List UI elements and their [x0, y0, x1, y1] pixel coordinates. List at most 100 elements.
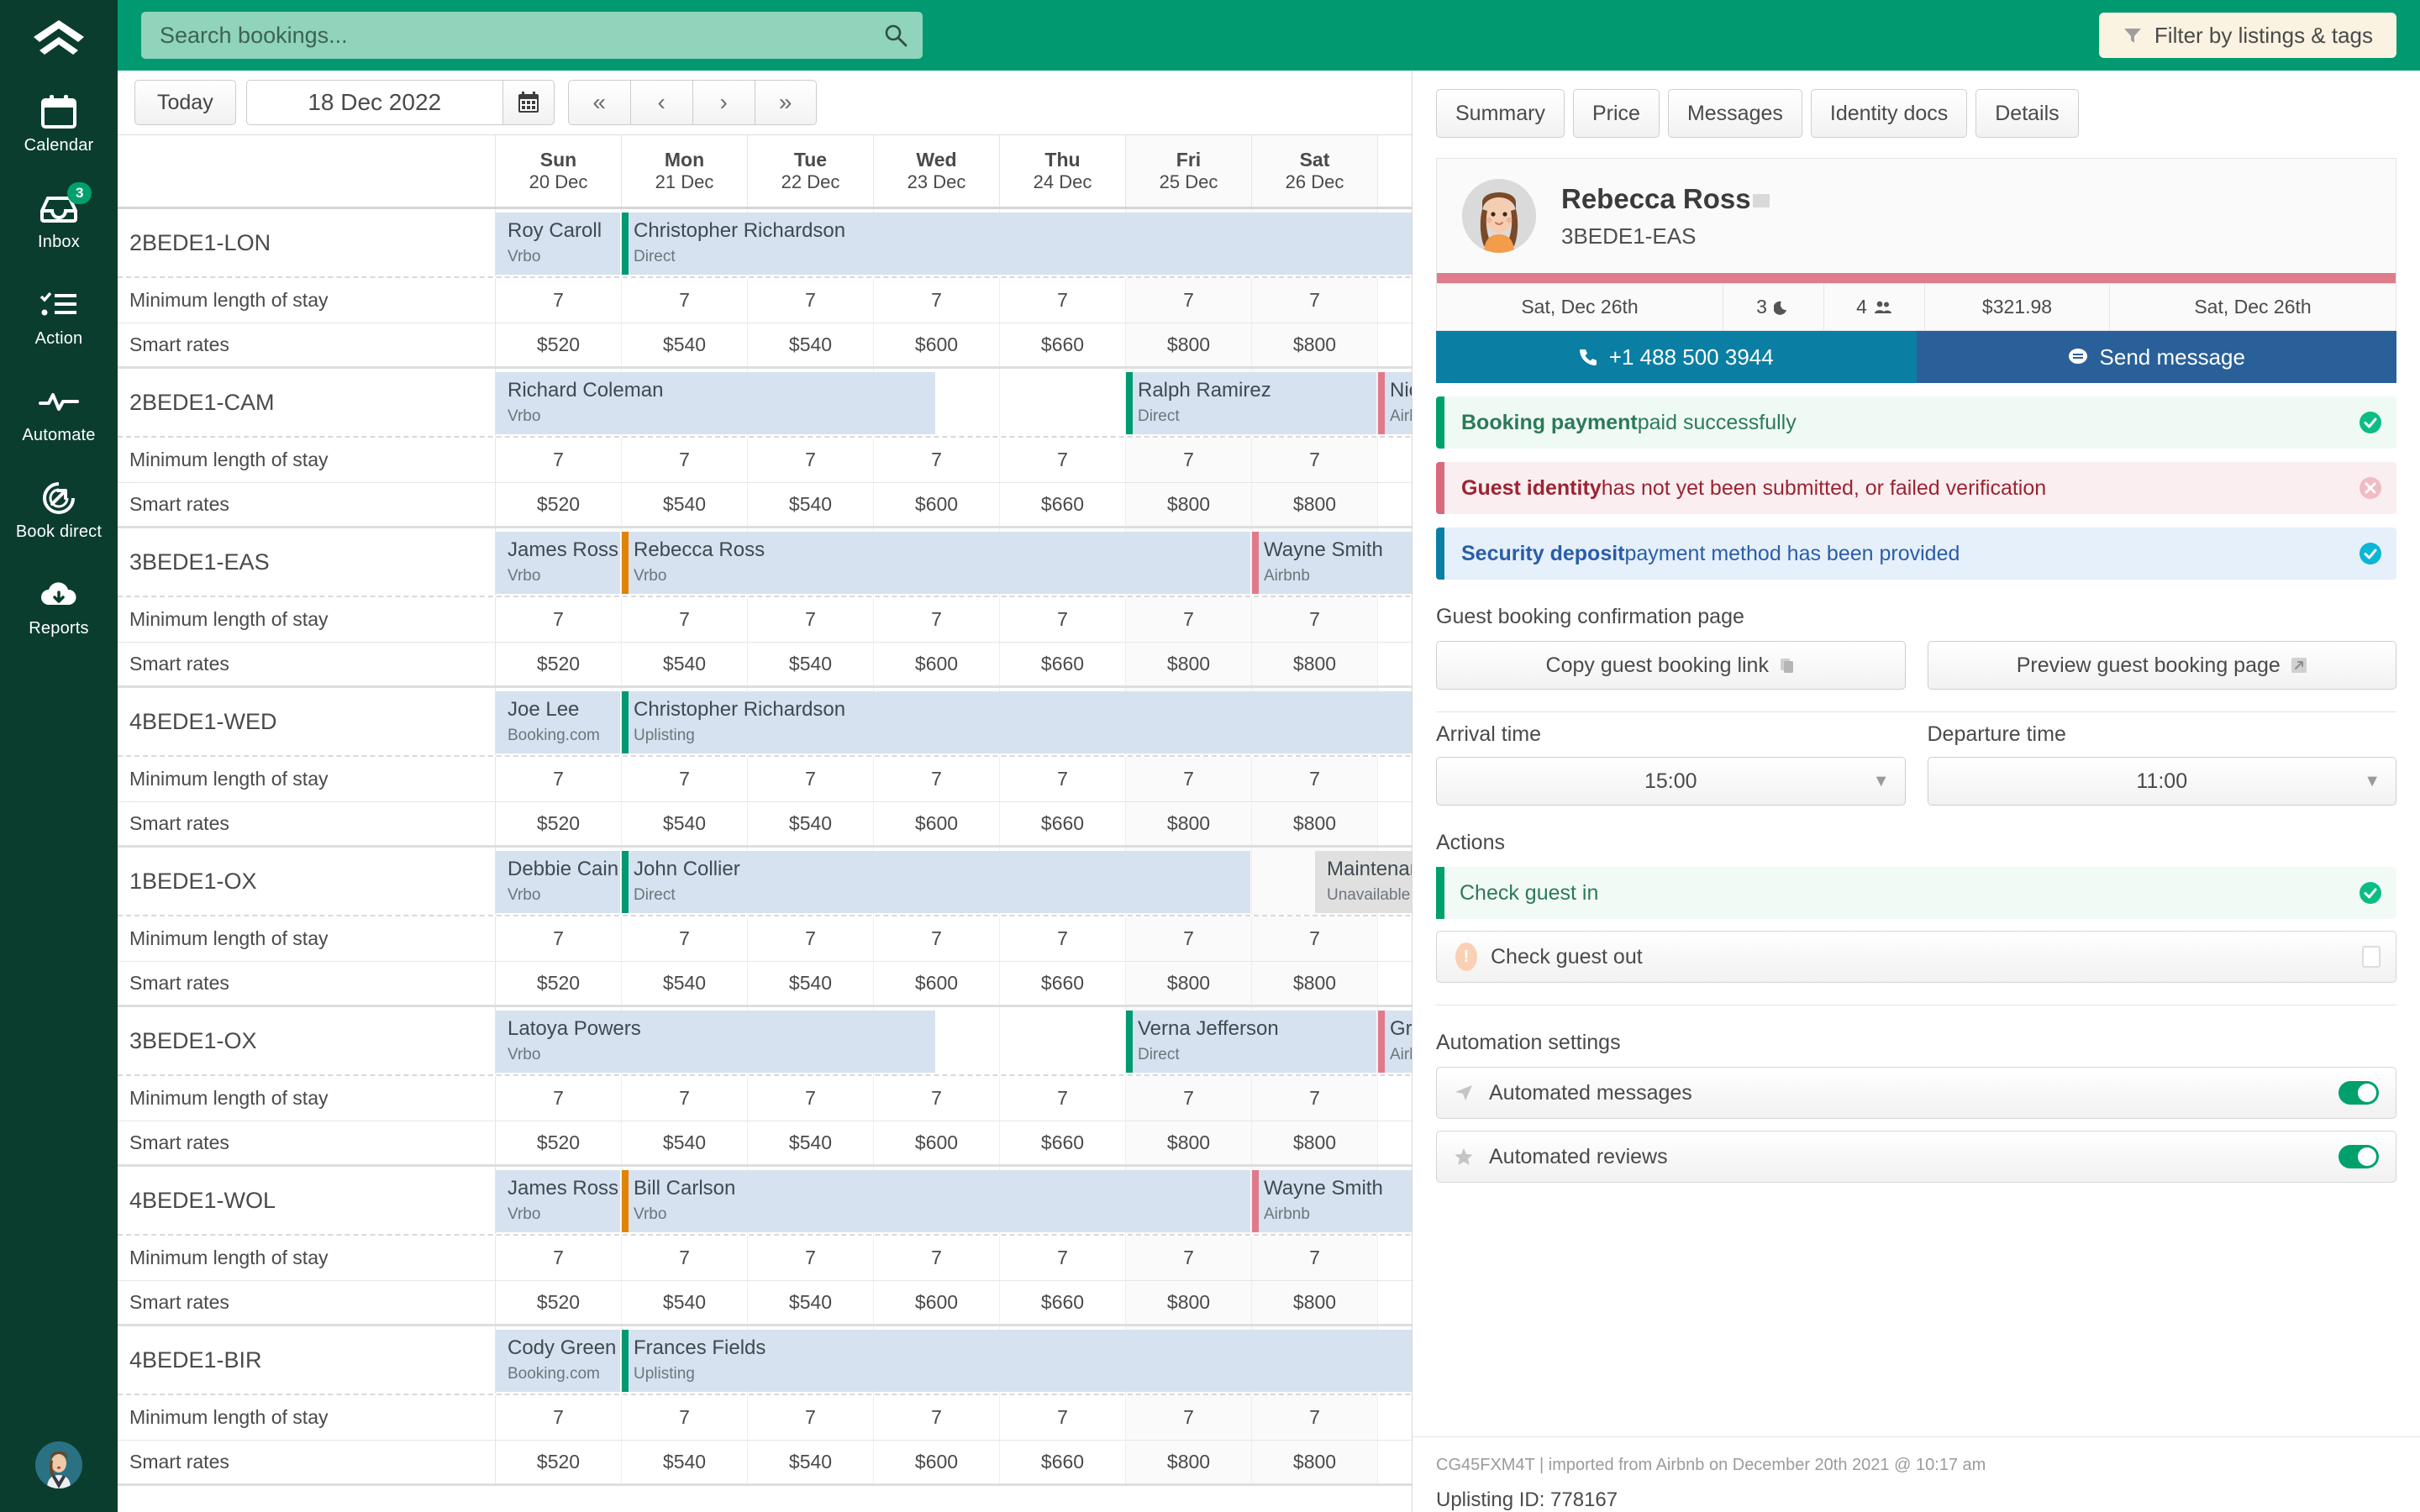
booking-block[interactable]: Latoya Powers Vrbo — [496, 1011, 935, 1073]
min-stay-cell[interactable]: 7 — [1252, 757, 1378, 801]
check-guest-out-row[interactable]: ! Check guest out — [1436, 931, 2396, 983]
min-stay-cell[interactable]: 7 — [1000, 1076, 1126, 1121]
call-guest-button[interactable]: +1 488 500 3944 — [1436, 331, 1917, 383]
min-stay-cell[interactable]: 7 — [748, 278, 874, 323]
min-stay-cell[interactable]: 7 — [1126, 757, 1252, 801]
smart-rate-cell[interactable]: $540 — [748, 802, 874, 845]
smart-rate-cell[interactable]: $800 — [1126, 1121, 1252, 1164]
smart-rate-cell[interactable]: $660 — [1000, 962, 1126, 1005]
smart-rate-cell[interactable]: $800 — [1252, 643, 1378, 685]
min-stay-cell[interactable]: 7 — [1252, 916, 1378, 961]
jump-back-button[interactable]: « — [567, 80, 630, 125]
smart-rate-cell[interactable]: $800 — [1252, 1121, 1378, 1164]
check-guest-in-row[interactable]: Check guest in — [1436, 867, 2396, 919]
smart-rate-cell[interactable]: $540 — [748, 483, 874, 526]
smart-rate-cell[interactable]: $800 — [1126, 323, 1252, 366]
smart-rate-cell[interactable]: $800 — [1126, 962, 1252, 1005]
day-header-cell[interactable]: Thu 24 Dec — [1000, 135, 1126, 207]
min-stay-cell[interactable]: 7 — [1000, 278, 1126, 323]
booking-block[interactable]: James Ross Vrbo — [496, 1170, 620, 1232]
smart-rate-cell[interactable]: $660 — [1000, 483, 1126, 526]
smart-rate-cell[interactable]: $800 — [1126, 643, 1252, 685]
min-stay-cell[interactable]: 7 — [874, 1395, 1000, 1440]
smart-rate-cell[interactable]: $800 — [1252, 1281, 1378, 1324]
smart-rate-cell[interactable]: $600 — [874, 1121, 1000, 1164]
min-stay-cell[interactable]: 7 — [496, 916, 622, 961]
smart-rate-cell[interactable]: $600 — [874, 1281, 1000, 1324]
min-stay-cell[interactable]: 7 — [874, 1076, 1000, 1121]
smart-rate-cell[interactable]: $800 — [1252, 323, 1378, 366]
tab-messages[interactable]: Messages — [1667, 89, 1802, 138]
sidebar-item-action[interactable]: Action — [0, 281, 118, 354]
tab-details[interactable]: Details — [1975, 89, 2079, 138]
min-stay-cell[interactable]: 7 — [1252, 1076, 1378, 1121]
min-stay-cell[interactable]: 7 — [622, 1236, 748, 1280]
smart-rate-cell[interactable]: $600 — [874, 643, 1000, 685]
min-stay-cell[interactable]: 7 — [622, 1395, 748, 1440]
min-stay-cell[interactable]: 7 — [1126, 438, 1252, 482]
smart-rate-cell[interactable]: $800 — [1126, 1441, 1252, 1483]
smart-rate-cell[interactable]: $520 — [496, 802, 622, 845]
min-stay-cell[interactable]: 7 — [748, 916, 874, 961]
booking-block[interactable]: Bill Carlson Vrbo — [622, 1170, 1250, 1232]
smart-rate-cell[interactable]: $600 — [874, 323, 1000, 366]
booking-block[interactable]: Roy Caroll Vrbo — [496, 213, 620, 275]
min-stay-cell[interactable]: 7 — [496, 438, 622, 482]
tab-price[interactable]: Price — [1572, 89, 1660, 138]
min-stay-cell[interactable]: 7 — [622, 438, 748, 482]
booking-block[interactable]: Richard Coleman Vrbo — [496, 372, 935, 434]
booking-block[interactable]: Rebecca Ross Vrbo — [622, 532, 1250, 594]
smart-rate-cell[interactable]: $600 — [874, 483, 1000, 526]
smart-rate-cell[interactable]: $660 — [1000, 643, 1126, 685]
smart-rate-cell[interactable]: $600 — [874, 802, 1000, 845]
min-stay-cell[interactable]: 7 — [496, 597, 622, 642]
smart-rate-cell[interactable]: $600 — [874, 1441, 1000, 1483]
smart-rate-cell[interactable]: $800 — [1126, 1281, 1252, 1324]
min-stay-cell[interactable]: 7 — [1252, 597, 1378, 642]
jump-forward-button[interactable]: » — [754, 80, 817, 125]
automated-reviews-row[interactable]: Automated reviews — [1436, 1131, 2396, 1183]
send-message-button[interactable]: Send message — [1916, 331, 2396, 383]
next-button[interactable]: › — [692, 80, 755, 125]
day-header-cell[interactable]: Fri 25 Dec — [1126, 135, 1252, 207]
min-stay-cell[interactable]: 7 — [1126, 1236, 1252, 1280]
listing-name[interactable]: 1BEDE1-OX — [118, 848, 496, 915]
departure-time-select[interactable]: 11:00 ▼ — [1927, 757, 2396, 806]
smart-rate-cell[interactable]: $540 — [622, 802, 748, 845]
search-icon[interactable] — [884, 24, 908, 47]
smart-rate-cell[interactable]: $520 — [496, 962, 622, 1005]
min-stay-cell[interactable]: 7 — [1126, 597, 1252, 642]
smart-rate-cell[interactable]: $540 — [622, 962, 748, 1005]
booking-block[interactable]: Debbie Cain Vrbo — [496, 851, 620, 913]
booking-block[interactable]: John Collier Direct — [622, 851, 1250, 913]
sidebar-item-inbox[interactable]: 3 Inbox — [0, 182, 118, 257]
min-stay-cell[interactable]: 7 — [622, 916, 748, 961]
day-header-cell[interactable]: Wed 23 Dec — [874, 135, 1000, 207]
listing-name[interactable]: 3BEDE1-OX — [118, 1007, 496, 1074]
smart-rate-cell[interactable]: $800 — [1252, 802, 1378, 845]
listing-name[interactable]: 2BEDE1-CAM — [118, 369, 496, 436]
smart-rate-cell[interactable]: $660 — [1000, 1441, 1126, 1483]
min-stay-cell[interactable]: 7 — [874, 438, 1000, 482]
listing-name[interactable]: 4BEDE1-WED — [118, 688, 496, 755]
min-stay-cell[interactable]: 7 — [874, 916, 1000, 961]
booking-block[interactable]: Ralph Ramirez Direct — [1126, 372, 1376, 434]
min-stay-cell[interactable]: 7 — [622, 757, 748, 801]
arrival-time-select[interactable]: 15:00 ▼ — [1436, 757, 1906, 806]
tab-identity-docs[interactable]: Identity docs — [1810, 89, 1968, 138]
smart-rate-cell[interactable]: $540 — [748, 643, 874, 685]
smart-rate-cell[interactable]: $540 — [748, 1441, 874, 1483]
smart-rate-cell[interactable]: $540 — [748, 1281, 874, 1324]
automated-reviews-toggle[interactable] — [2338, 1145, 2379, 1168]
smart-rate-cell[interactable]: $800 — [1252, 1441, 1378, 1483]
search-input[interactable] — [141, 12, 923, 59]
smart-rate-cell[interactable]: $520 — [496, 1281, 622, 1324]
day-header-cell[interactable]: Sun 20 Dec — [496, 135, 622, 207]
min-stay-cell[interactable]: 7 — [1000, 438, 1126, 482]
sidebar-item-reports[interactable]: Reports — [0, 570, 118, 643]
smart-rate-cell[interactable]: $520 — [496, 643, 622, 685]
min-stay-cell[interactable]: 7 — [1000, 916, 1126, 961]
smart-rate-cell[interactable]: $520 — [496, 1121, 622, 1164]
min-stay-cell[interactable]: 7 — [748, 597, 874, 642]
min-stay-cell[interactable]: 7 — [496, 278, 622, 323]
